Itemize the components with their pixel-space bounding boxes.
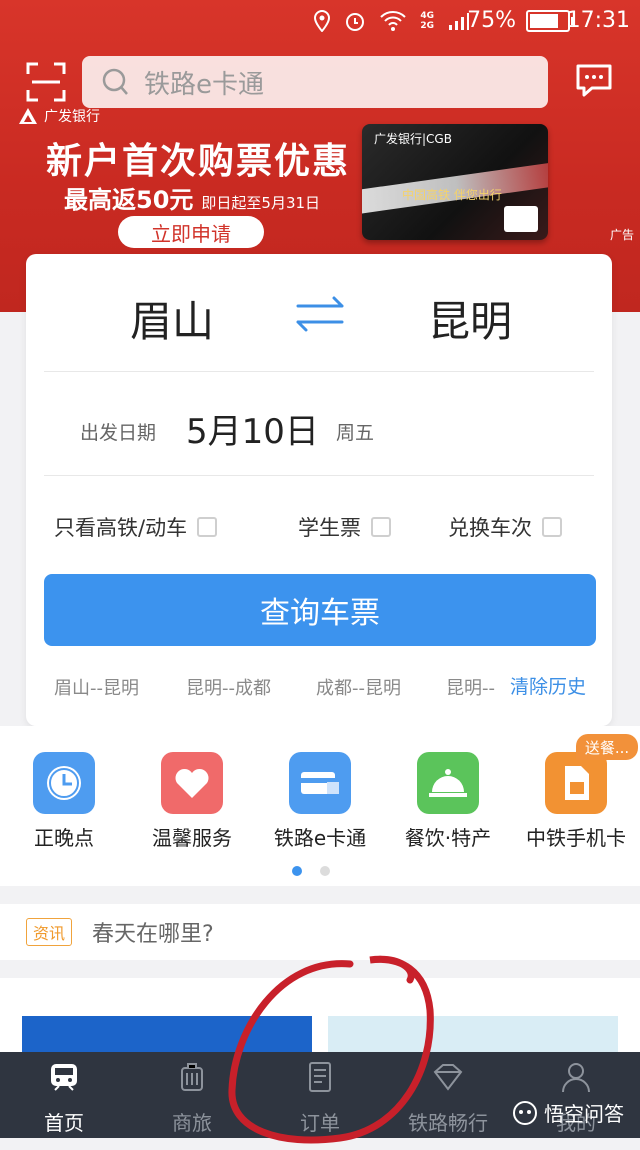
ad-tag: 广告 xyxy=(610,228,635,242)
quick-entry-service[interactable]: 温馨服务 xyxy=(132,752,252,851)
scan-icon[interactable] xyxy=(26,62,66,102)
network-type: 4G 2G xyxy=(420,11,434,31)
clear-history-link[interactable]: 清除历史 xyxy=(510,672,586,699)
to-station[interactable]: 昆明 xyxy=(428,288,512,349)
history-item[interactable]: 昆明--成都 xyxy=(186,674,271,700)
date-label: 出发日期 xyxy=(80,422,157,444)
sim-icon xyxy=(545,752,607,814)
promo-subtitle: 最高返50元 即日起至5月31日 xyxy=(64,186,321,214)
clock: 17:31 xyxy=(566,8,630,33)
swap-stations-icon[interactable] xyxy=(292,294,348,334)
bell-icon xyxy=(417,752,479,814)
ticket-search-card: 眉山 昆明 出发日期 5月10日 周五 只看高铁/动车 学生票 兑换车次 查询车… xyxy=(26,254,612,726)
tab-home[interactable]: 首页 xyxy=(0,1060,128,1136)
search-input[interactable]: 铁路e卡通 xyxy=(82,56,548,108)
page-indicator xyxy=(320,866,330,876)
quick-entry-ecard[interactable]: 铁路e卡通 xyxy=(260,752,380,851)
clock-icon xyxy=(33,752,95,814)
search-tickets-button[interactable]: 查询车票 xyxy=(44,574,596,646)
battery-icon xyxy=(526,9,574,32)
luggage-icon xyxy=(181,1063,203,1091)
quick-entry-delay[interactable]: 正晚点 xyxy=(4,752,124,851)
message-icon[interactable] xyxy=(574,60,614,100)
history-item[interactable]: 眉山--昆明 xyxy=(54,674,139,700)
red-annotation-circle xyxy=(228,955,434,1144)
high-speed-checkbox[interactable] xyxy=(197,517,218,537)
heart-icon xyxy=(161,752,223,814)
promo-badge: 送餐... xyxy=(576,734,638,760)
option-high-speed[interactable]: 只看高铁/动车 xyxy=(54,512,218,542)
promo-title: 新户首次购票优惠 xyxy=(46,141,351,182)
wifi-icon xyxy=(380,11,407,31)
watermark: 悟空问答 xyxy=(512,1098,624,1127)
train-icon xyxy=(51,1064,77,1091)
credit-card-image: 广发银行|CGB 中国高铁 伴您出行 xyxy=(362,124,548,240)
unionpay-logo xyxy=(504,206,538,232)
alarm-icon xyxy=(346,13,365,31)
apply-button[interactable]: 立即申请 xyxy=(118,216,264,248)
bank-logo-icon xyxy=(19,108,37,124)
battery-level: 75% xyxy=(467,8,516,33)
exchange-checkbox[interactable] xyxy=(542,517,562,537)
status-bar: 4G 2G 75% 17:31 xyxy=(0,0,640,46)
news-tag: 资讯 xyxy=(26,918,73,946)
quick-entry-sim[interactable]: 中铁手机卡 xyxy=(516,752,636,851)
search-icon xyxy=(102,68,128,95)
history-item[interactable]: 成都--昆明 xyxy=(316,674,401,700)
news-headline[interactable]: 春天在哪里? xyxy=(92,916,214,948)
quick-entry-food[interactable]: 餐饮·特产 xyxy=(388,752,508,851)
quick-entries: 正晚点 温馨服务 铁路e卡通 餐饮·特产 中铁手机卡 xyxy=(0,726,640,886)
history-item[interactable]: 昆明-- xyxy=(446,674,498,700)
page-indicator-active xyxy=(292,866,302,876)
bank-logo: 广发银行 xyxy=(18,106,100,126)
wukong-logo-icon xyxy=(513,1100,537,1125)
departure-date[interactable]: 5月10日 xyxy=(186,404,319,453)
search-placeholder: 铁路e卡通 xyxy=(144,69,264,100)
weekday: 周五 xyxy=(336,422,375,444)
option-exchange[interactable]: 兑换车次 xyxy=(448,512,562,542)
user-icon xyxy=(562,1063,590,1093)
card-icon xyxy=(289,752,351,814)
student-checkbox[interactable] xyxy=(371,517,391,537)
location-icon xyxy=(314,10,331,32)
option-student[interactable]: 学生票 xyxy=(298,512,391,542)
from-station[interactable]: 眉山 xyxy=(130,288,214,349)
